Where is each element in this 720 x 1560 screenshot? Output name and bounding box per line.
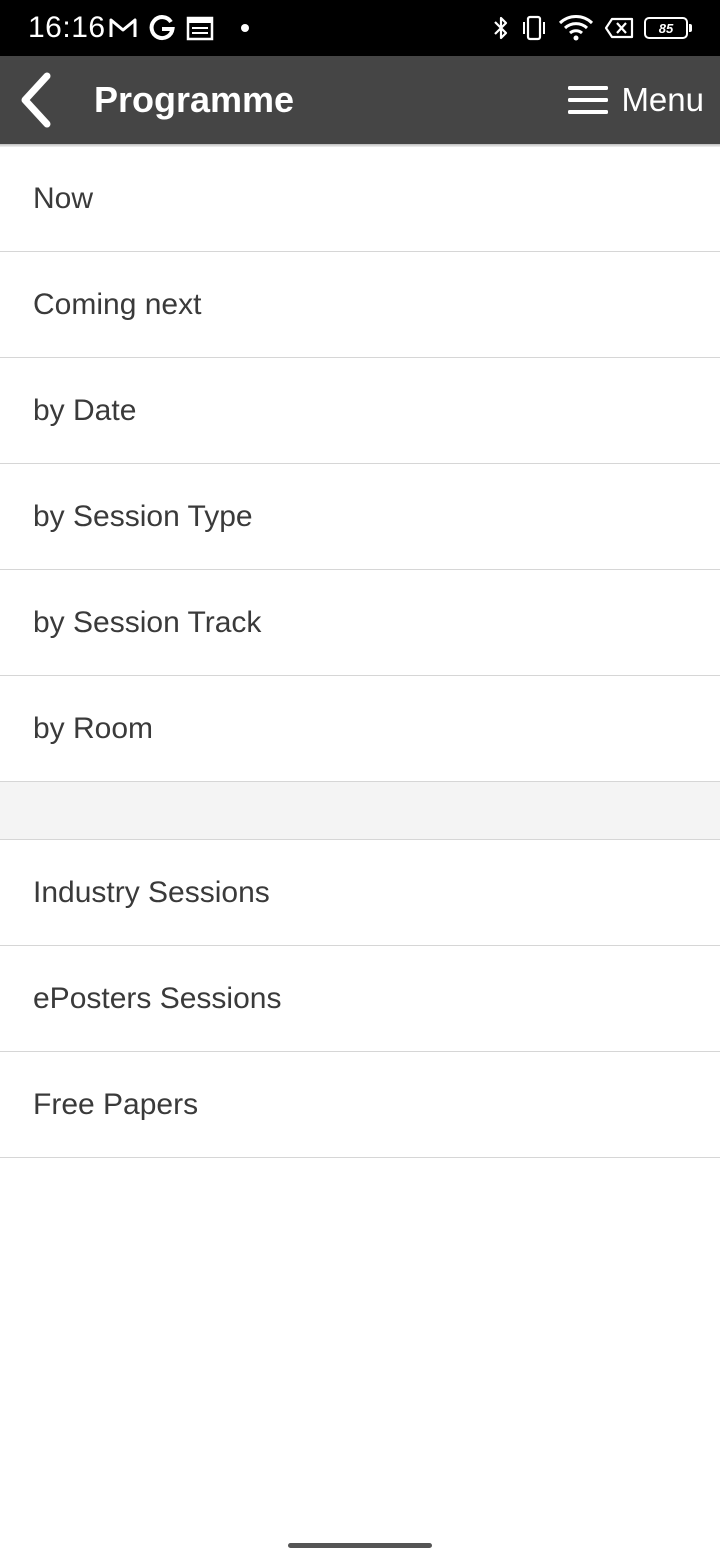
bluetooth-icon	[492, 14, 510, 42]
menu-button[interactable]: Menu	[567, 56, 704, 144]
menu-label: Menu	[621, 81, 704, 118]
gesture-navigation-bar[interactable]	[288, 1543, 432, 1548]
google-icon	[148, 14, 176, 42]
battery-level: 85	[644, 17, 692, 39]
notification-dot-icon	[240, 23, 250, 33]
status-bar: 16:16 85	[0, 0, 720, 56]
status-time: 16:16	[28, 11, 106, 44]
no-sim-icon	[604, 17, 634, 39]
menu-item-industry-sessions[interactable]: Industry Sessions	[0, 840, 720, 946]
calendar-icon	[186, 15, 214, 41]
gmail-icon	[108, 16, 138, 40]
back-button[interactable]	[10, 70, 60, 130]
menu-item-by-date[interactable]: by Date	[0, 358, 720, 464]
menu-item-by-room[interactable]: by Room	[0, 676, 720, 782]
chevron-left-icon	[21, 72, 51, 128]
status-right-icons: 85	[482, 12, 694, 44]
vibrate-icon	[520, 14, 548, 42]
programme-menu-list: Now Coming next by Date by Session Type …	[0, 146, 720, 1158]
hamburger-icon	[568, 86, 609, 114]
menu-item-free-papers[interactable]: Free Papers	[0, 1052, 720, 1158]
battery-icon: 85	[644, 17, 692, 39]
menu-item-by-session-track[interactable]: by Session Track	[0, 570, 720, 676]
menu-item-now[interactable]: Now	[0, 146, 720, 252]
menu-item-coming-next[interactable]: Coming next	[0, 252, 720, 358]
status-left-icons	[108, 12, 260, 44]
menu-item-eposters-sessions[interactable]: ePosters Sessions	[0, 946, 720, 1052]
wifi-icon	[558, 14, 594, 42]
app-header: Programme Menu	[0, 56, 720, 144]
page-title: Programme	[94, 79, 295, 120]
section-divider	[0, 782, 720, 840]
menu-item-by-session-type[interactable]: by Session Type	[0, 464, 720, 570]
